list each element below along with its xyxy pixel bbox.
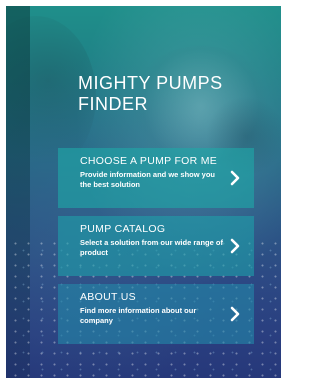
menu-item-description: Provide information and we show you the … [80,170,216,189]
menu-item-choose-pump[interactable]: CHOOSE A PUMP FOR ME Provide information… [58,148,254,208]
app-title: MIGHTY PUMPS FINDER [78,73,223,114]
menu-item-title: ABOUT US [80,291,136,303]
menu-item-about-us[interactable]: ABOUT US Find more information about our… [58,284,254,344]
menu-item-description: Select a solution from our wide range of… [80,238,223,257]
chevron-right-icon [230,306,240,322]
chevron-right-icon [230,170,240,186]
menu-item-description: Find more information about our company [80,306,197,325]
app-screen: MIGHTY PUMPS FINDER CHOOSE A PUMP FOR ME… [6,6,281,378]
menu-item-pump-catalog[interactable]: PUMP CATALOG Select a solution from our … [58,216,254,276]
menu-item-title: CHOOSE A PUMP FOR ME [80,155,218,167]
menu-item-title: PUMP CATALOG [80,223,166,235]
chevron-right-icon [230,238,240,254]
